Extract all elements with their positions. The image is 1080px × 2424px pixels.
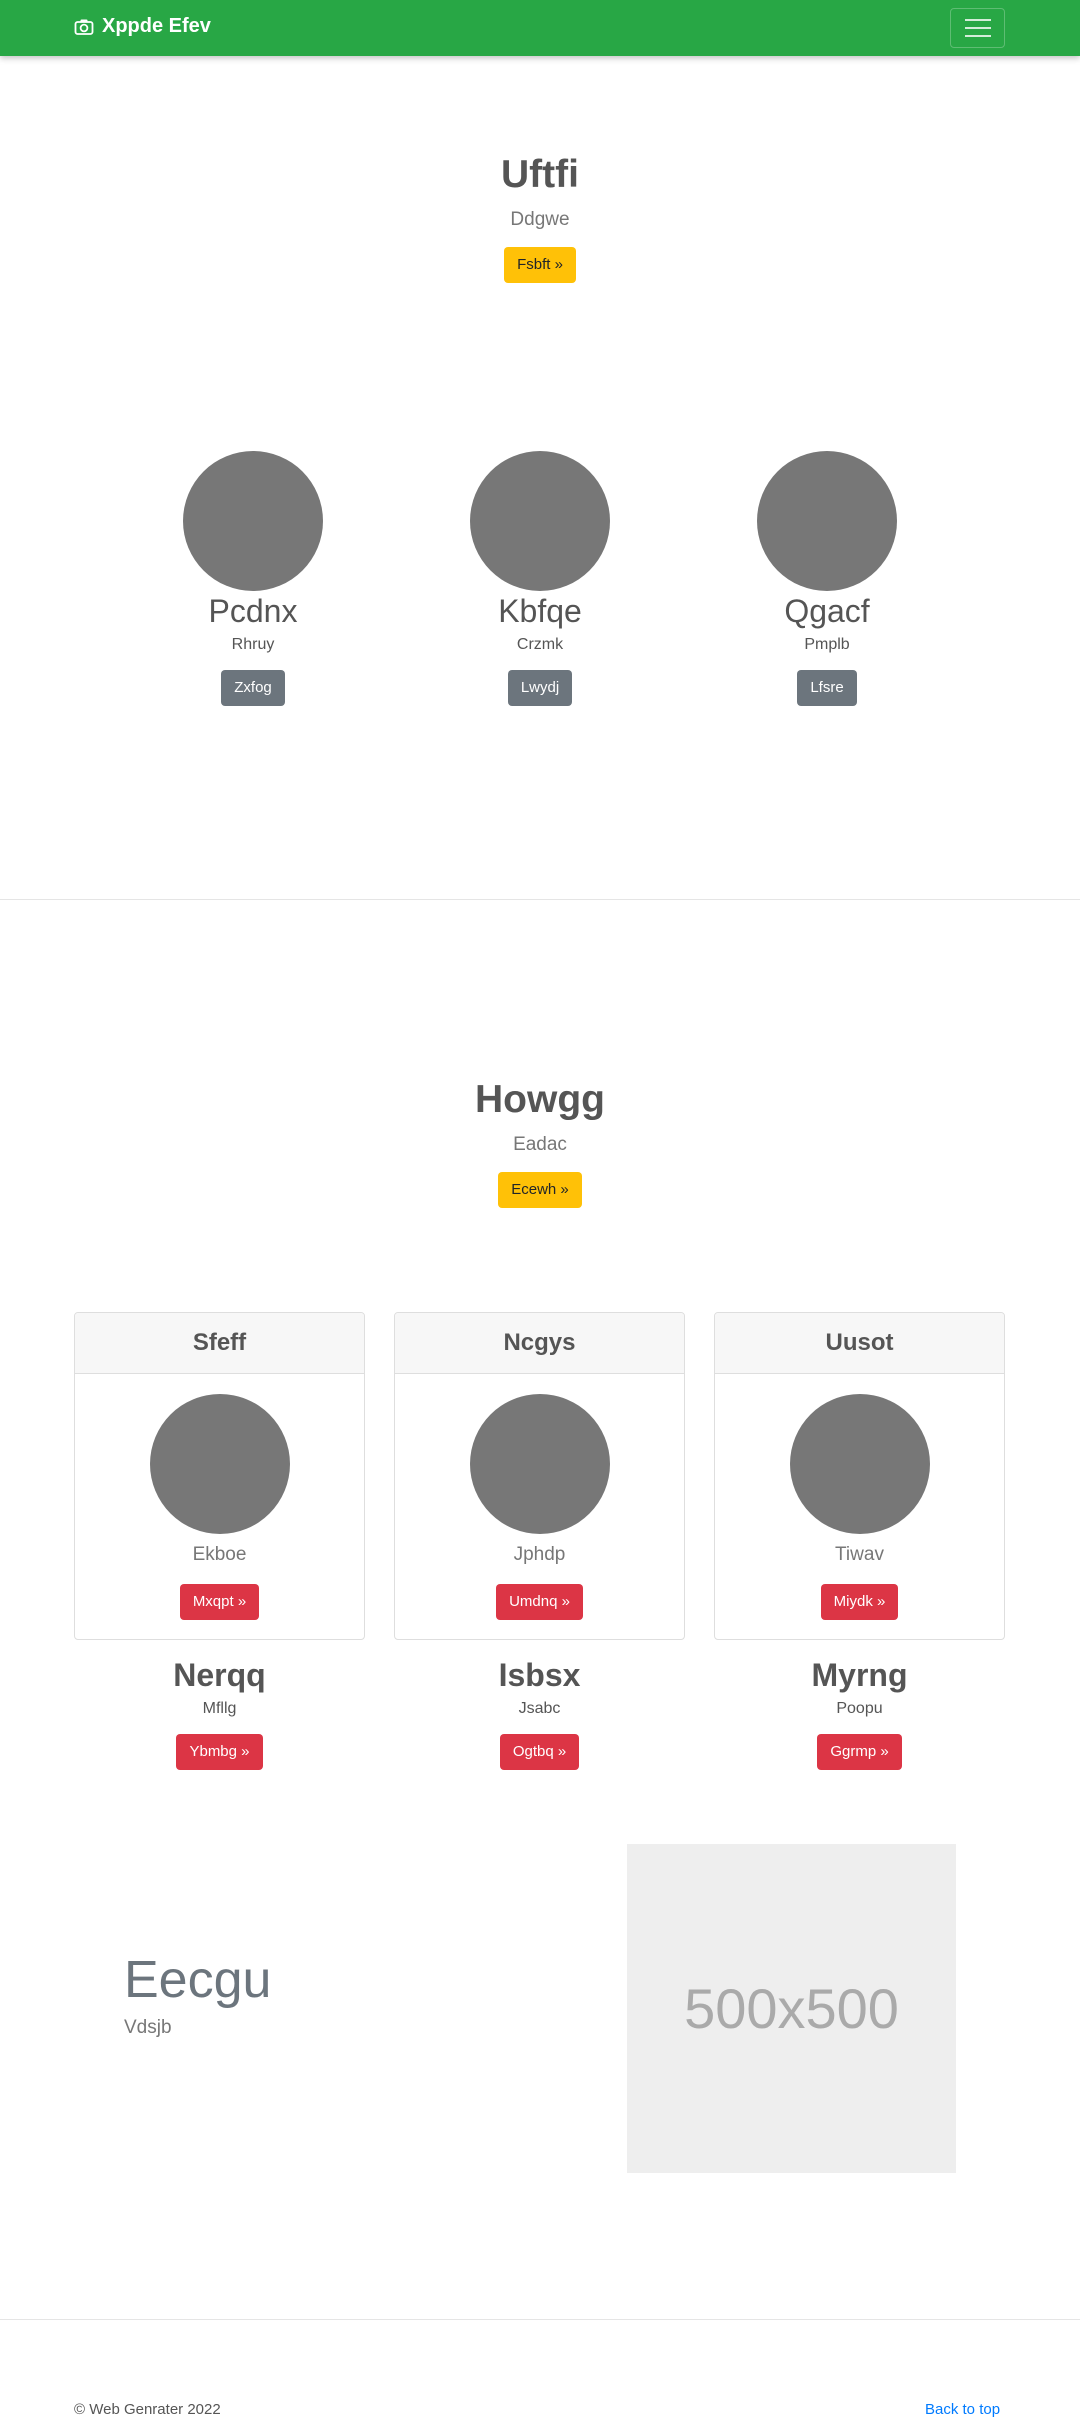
feature-button[interactable]: Lfsre [797,670,857,706]
card-body: Tiwav Miydk » [715,1374,1004,1620]
brand-name: Xppde Efev [102,15,211,37]
feature-image [183,451,323,591]
feature-image [757,451,897,591]
feature-name: Qgacf [784,593,870,629]
hero-section-1: Uftfi Ddgwe Fsbft » [0,153,1080,283]
info-button[interactable]: Ybmbg » [176,1734,263,1770]
feature-sub: Pmplb [804,636,850,653]
card-header: Uusot [715,1313,1004,1374]
hero-title: Uftfi [501,153,579,196]
feature-image [470,451,610,591]
hero-button[interactable]: Ecewh » [498,1172,582,1208]
card-button[interactable]: Umdnq » [496,1584,583,1620]
feature-button[interactable]: Zxfog [221,670,285,706]
navbar: Xppde Efev [0,0,1080,56]
feature-column: Kbfqe Crzmk Lwydj [395,451,685,706]
hero-button[interactable]: Fsbft » [504,247,576,283]
info-name: Myrng [811,1657,908,1693]
info-column: Nerqq Mfllg Ybmbg » [74,1657,365,1770]
hero-subtitle: Ddgwe [510,209,570,230]
card-body: Ekboe Mxqpt » [75,1374,364,1620]
back-to-top-link[interactable]: Back to top [925,2401,1000,2418]
feature-name: Pcdnx [208,593,298,629]
hero-title: Howgg [475,1078,605,1121]
info-name: Isbsx [498,1657,581,1693]
card-button[interactable]: Mxqpt » [179,1584,260,1620]
info-column: Myrng Poopu Ggrmp » [714,1657,1005,1770]
camera-icon [74,19,94,35]
card: Ncgys Jphdp Umdnq » [394,1312,685,1640]
navbar-toggler[interactable] [950,8,1005,48]
placeholder-label: 500x500 [684,1977,899,2040]
featurette-subtitle: Vdsjb [124,2017,172,2038]
card: Uusot Tiwav Miydk » [714,1312,1005,1640]
card-image [469,1394,610,1534]
feature-column: Pcdnx Rhruy Zxfog [108,451,398,706]
hero-subtitle: Eadac [513,1134,567,1155]
placeholder-image: 500x500 [627,1844,956,2173]
card-image [789,1394,930,1534]
section-divider [0,899,1080,900]
card-header: Ncgys [395,1313,684,1374]
info-sub: Poopu [836,1700,883,1717]
feature-name: Kbfqe [498,593,582,629]
card-header: Sfeff [75,1313,364,1374]
hero-section-2: Howgg Eadac Ecewh » [0,1078,1080,1208]
footer-copyright: © Web Genrater 2022 [74,2401,221,2418]
feature-button[interactable]: Lwydj [507,670,573,706]
feature-column: Qgacf Pmplb Lfsre [682,451,972,706]
info-button[interactable]: Ggrmp » [817,1734,902,1770]
card: Sfeff Ekboe Mxqpt » [74,1312,365,1640]
card-button[interactable]: Miydk » [820,1584,899,1620]
info-button[interactable]: Ogtbq » [499,1734,580,1770]
card-sub: Ekboe [192,1544,247,1565]
info-sub: Mfllg [202,1700,237,1717]
hamburger-icon [964,19,991,21]
card-image [149,1394,290,1534]
info-column: Isbsx Jsabc Ogtbq » [394,1657,685,1770]
info-sub: Jsabc [518,1700,561,1717]
info-name: Nerqq [173,1657,266,1693]
card-sub: Tiwav [835,1544,884,1565]
brand-link[interactable]: Xppde Efev [74,15,211,38]
featurette-title: Eecgu [124,1951,272,2009]
footer-divider [0,2319,1080,2320]
feature-sub: Crzmk [516,636,564,653]
card-body: Jphdp Umdnq » [395,1374,684,1620]
card-sub: Jphdp [513,1544,566,1565]
feature-sub: Rhruy [231,636,275,653]
